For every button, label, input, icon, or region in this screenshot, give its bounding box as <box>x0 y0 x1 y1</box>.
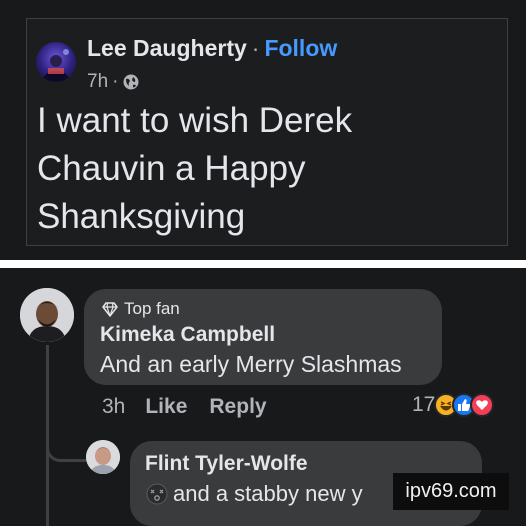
header-separator: · <box>251 35 260 61</box>
post-meta: 7h · <box>87 71 140 93</box>
avatar-photo <box>20 288 74 342</box>
post-time[interactable]: 7h <box>87 71 108 93</box>
comment-actions: 3h Like Reply <box>102 395 289 419</box>
reply-text: and a stabby new y <box>173 481 363 506</box>
post-author-name[interactable]: Lee Daugherty <box>87 35 247 61</box>
reaction-count: 17 <box>412 393 436 416</box>
top-fan-badge: Top fan <box>102 299 180 319</box>
reply-text-row: and a stabby new y <box>145 481 363 507</box>
post-body-text: I want to wish Derek Chauvin a Happy Sha… <box>37 101 353 236</box>
diamond-icon <box>102 301 118 317</box>
globe-icon <box>123 74 139 90</box>
post-card: Lee Daugherty · Follow 7h · I want to wish… <box>26 18 508 246</box>
post-author-avatar[interactable] <box>36 42 76 82</box>
love-reaction-icon <box>470 393 495 417</box>
avatar-photo <box>42 49 70 82</box>
watermark: ipv69.com <box>393 473 509 510</box>
reply-author-name[interactable]: Flint Tyler-Wolfe <box>145 452 308 476</box>
reply-button[interactable]: Reply <box>209 395 266 419</box>
avatar-photo <box>86 440 120 474</box>
top-fan-label: Top fan <box>124 299 180 318</box>
meta-separator: · <box>112 71 119 92</box>
comment-time[interactable]: 3h <box>102 395 125 419</box>
post-header: Lee Daugherty · Follow <box>87 35 337 62</box>
dizzy-face-icon <box>146 483 168 505</box>
panel-divider <box>0 260 526 268</box>
post-panel: Lee Daugherty · Follow 7h · I want to wish… <box>0 0 526 260</box>
commenter-avatar[interactable] <box>20 288 74 342</box>
reaction-summary[interactable]: 17 <box>412 393 495 417</box>
like-button[interactable]: Like <box>145 395 187 419</box>
reply-connector <box>46 428 86 462</box>
follow-button[interactable]: Follow <box>264 35 337 61</box>
reply-author-avatar[interactable] <box>86 440 120 474</box>
comment-bubble: Top fan Kimeka Campbell And an early Mer… <box>84 289 442 385</box>
comment-text: And an early Merry Slashmas <box>100 351 402 377</box>
comment-author-name[interactable]: Kimeka Campbell <box>100 323 275 347</box>
